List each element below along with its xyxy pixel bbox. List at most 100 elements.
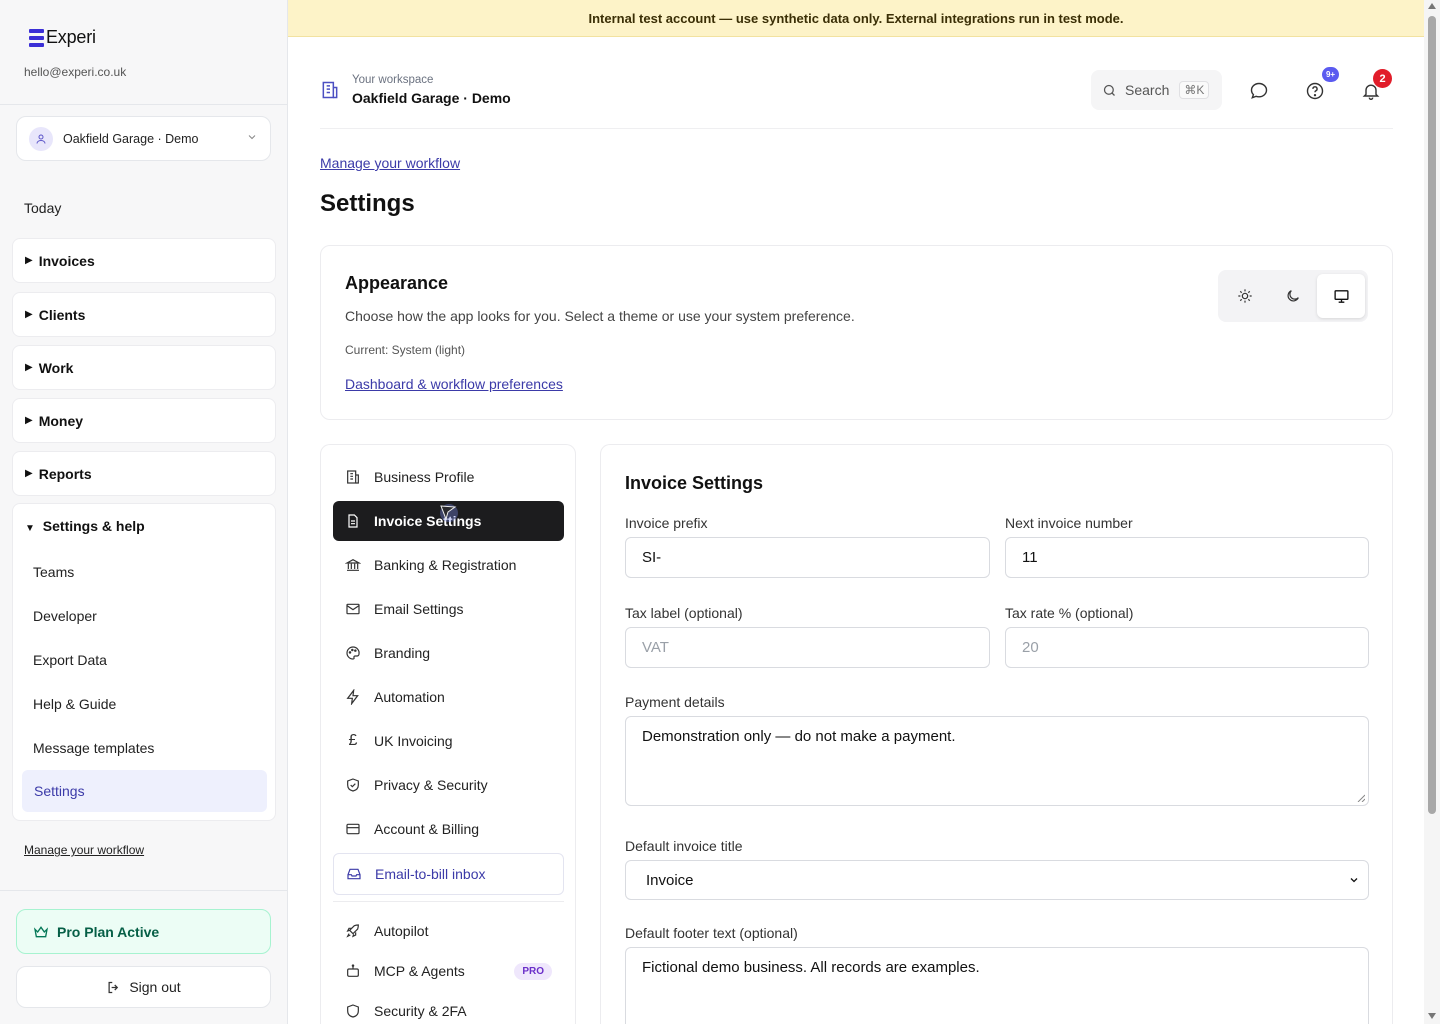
workspace-selector[interactable]: Oakfield Garage · Demo: [16, 116, 271, 161]
settings-nav: Business Profile Invoice Settings Bankin…: [320, 444, 576, 1024]
caret-right-icon: ▶: [25, 468, 33, 479]
logout-icon: [108, 981, 119, 993]
sidebar-group-label: Work: [38, 359, 74, 376]
sidebar-group-label: Invoices: [38, 252, 95, 269]
theme-toggle: [1218, 270, 1368, 322]
settings-nav-label: Automation: [374, 689, 445, 705]
search-button[interactable]: Search ⌘K: [1091, 70, 1222, 110]
sidebar-item-today[interactable]: Today: [24, 200, 61, 216]
settings-nav-autopilot[interactable]: Autopilot: [333, 911, 564, 951]
pro-plan-badge[interactable]: Pro Plan Active: [16, 909, 271, 954]
brand-logo[interactable]: Experi: [29, 27, 96, 48]
sidebar-item-export-data[interactable]: Export Data: [33, 652, 107, 668]
bank-icon: [345, 558, 361, 571]
default-invoice-title-value: Invoice: [646, 871, 694, 889]
theme-light-button[interactable]: [1221, 274, 1269, 318]
sidebar-group-work[interactable]: ▶ Work: [12, 345, 276, 390]
sidebar-item-developer[interactable]: Developer: [33, 608, 97, 624]
settings-nav-account-billing[interactable]: Account & Billing: [333, 809, 564, 849]
settings-nav-automation[interactable]: Automation: [333, 677, 564, 717]
sidebar-divider: [0, 104, 288, 105]
sidebar-group-clients[interactable]: ▶ Clients: [12, 292, 276, 337]
next-invoice-number-label: Next invoice number: [1005, 515, 1133, 531]
notification-count-badge: 2: [1373, 69, 1392, 88]
invoice-settings-title: Invoice Settings: [625, 473, 764, 493]
caret-down-icon: ▼: [25, 523, 35, 534]
theme-dark-button[interactable]: [1269, 274, 1317, 318]
mail-icon: [346, 603, 360, 615]
sidebar-item-settings[interactable]: Settings: [22, 770, 267, 812]
caret-right-icon: ▶: [25, 362, 33, 373]
payment-details-value: Demonstration only — do not make a payme…: [642, 728, 956, 745]
default-invoice-title-label: Default invoice title: [625, 838, 743, 854]
shield-icon: [347, 1004, 359, 1018]
logo-mark-icon: [29, 28, 44, 47]
invoice-prefix-label: Invoice prefix: [625, 515, 708, 531]
sidebar-item-message-templates[interactable]: Message templates: [33, 740, 154, 756]
messages-button[interactable]: [1244, 76, 1274, 106]
help-badge: 9+: [1322, 67, 1339, 82]
manage-workflow-link[interactable]: Manage your workflow: [320, 155, 460, 171]
payment-details-textarea[interactable]: Demonstration only — do not make a payme…: [625, 716, 1369, 806]
dashboard-preferences-link[interactable]: Dashboard & workflow preferences: [345, 376, 563, 392]
settings-nav-label: Security & 2FA: [374, 1003, 467, 1019]
sidebar-group-reports[interactable]: ▶ Reports: [12, 451, 276, 496]
document-icon: [348, 514, 358, 528]
tax-label-label: Tax label (optional): [625, 605, 743, 621]
pro-plan-label: Pro Plan Active: [57, 923, 160, 940]
manage-workflow-link[interactable]: Manage your workflow: [24, 843, 144, 857]
sign-out-button[interactable]: Sign out: [16, 966, 271, 1008]
sidebar-divider: [0, 890, 288, 891]
default-invoice-title-select[interactable]: Invoice: [625, 860, 1369, 900]
pound-icon: £: [348, 732, 358, 749]
theme-system-button[interactable]: [1317, 274, 1365, 318]
credit-card-icon: [346, 823, 360, 835]
sidebar-group-invoices[interactable]: ▶ Invoices: [12, 238, 276, 283]
sidebar-group-settings-help: ▼ Settings & help Teams Developer Export…: [12, 503, 276, 821]
sidebar-item-teams[interactable]: Teams: [33, 564, 74, 580]
settings-nav-uk-invoicing[interactable]: £ UK Invoicing: [333, 721, 564, 761]
scroll-down-arrow-icon[interactable]: [1428, 1013, 1436, 1019]
scroll-up-arrow-icon[interactable]: [1428, 3, 1436, 9]
settings-nav-branding[interactable]: Branding: [333, 633, 564, 673]
settings-nav-label: MCP & Agents: [374, 963, 465, 979]
default-footer-label: Default footer text (optional): [625, 925, 798, 941]
chat-bubble-icon: [1250, 82, 1268, 99]
settings-nav-privacy-security[interactable]: Privacy & Security: [333, 765, 564, 805]
help-circle-icon: [1306, 82, 1324, 100]
palette-icon: [346, 646, 360, 660]
search-icon: [1103, 84, 1115, 96]
mouse-cursor-icon: [440, 504, 458, 522]
search-shortcut: ⌘K: [1179, 81, 1210, 99]
chevron-down-icon: [1350, 878, 1358, 883]
scrollbar-thumb[interactable]: [1428, 16, 1436, 814]
settings-nav-label: Autopilot: [374, 923, 429, 939]
tax-label-input[interactable]: VAT: [625, 627, 990, 668]
settings-nav-banking-registration[interactable]: Banking & Registration: [333, 545, 564, 585]
settings-nav-business-profile[interactable]: Business Profile: [333, 457, 564, 497]
invoice-settings-card: Invoice Settings Invoice prefix SI- Next…: [600, 444, 1393, 1024]
brand-name: Experi: [46, 27, 96, 47]
settings-nav-security-2fa[interactable]: Security & 2FA: [333, 991, 564, 1024]
page-scrollbar[interactable]: [1424, 0, 1440, 1024]
settings-nav-email-to-bill-inbox[interactable]: Email-to-bill inbox: [333, 853, 564, 895]
building-icon: [320, 80, 340, 105]
sidebar-group-settings-help-toggle[interactable]: ▼ Settings & help: [25, 518, 145, 534]
tax-rate-input[interactable]: 20: [1005, 627, 1369, 668]
next-invoice-number-input[interactable]: 11: [1005, 537, 1369, 578]
page-title: Settings: [320, 190, 415, 217]
settings-nav-label: Business Profile: [374, 469, 475, 485]
default-footer-textarea[interactable]: Fictional demo business. All records are…: [625, 947, 1369, 1024]
resize-handle-icon[interactable]: [1357, 794, 1365, 802]
settings-nav-mcp-agents[interactable]: MCP & Agents PRO: [333, 951, 564, 991]
sidebar-group-money[interactable]: ▶ Money: [12, 398, 276, 443]
sidebar-group-label: Settings & help: [42, 518, 145, 534]
sidebar-item-help-guide[interactable]: Help & Guide: [33, 696, 116, 712]
test-account-banner: Internal test account — use synthetic da…: [288, 0, 1424, 37]
sun-icon: [1238, 289, 1252, 303]
invoice-prefix-input[interactable]: SI-: [625, 537, 990, 578]
workspace-selector-label: Oakfield Garage · Demo: [63, 131, 199, 146]
caret-right-icon: ▶: [25, 309, 33, 320]
settings-nav-email-settings[interactable]: Email Settings: [333, 589, 564, 629]
user-icon: [29, 126, 53, 151]
